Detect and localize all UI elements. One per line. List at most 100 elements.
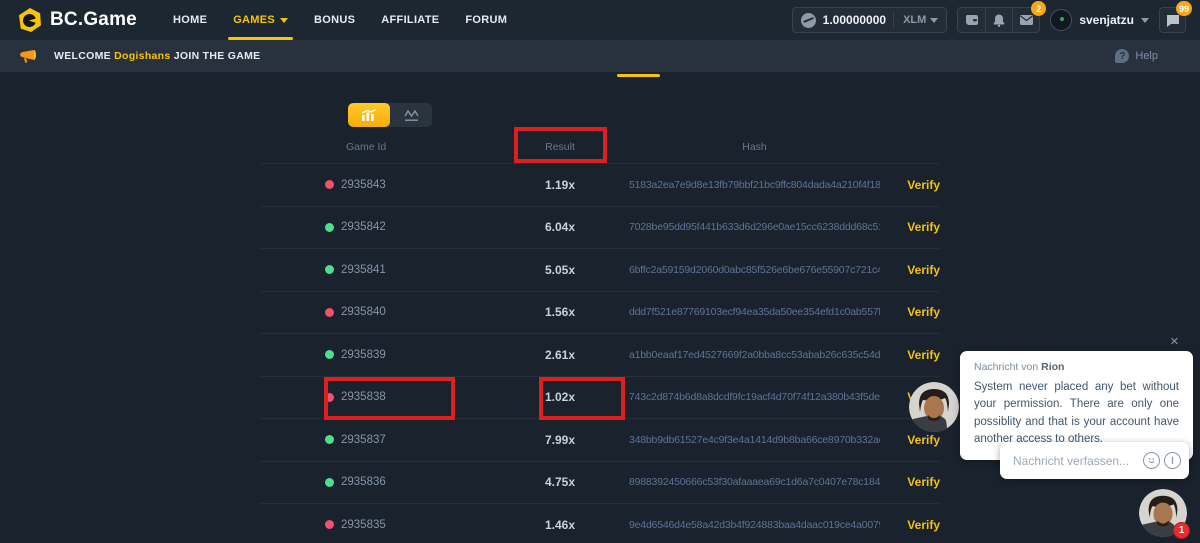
main-nav: HOME GAMES BONUS AFFILIATE FORUM	[160, 0, 520, 40]
table-body: 2935843 1.19x 5183a2ea7e9d8e13fb79bbf21b…	[260, 163, 940, 543]
trend-icon	[404, 109, 419, 122]
verify-link[interactable]: Verify	[880, 475, 940, 489]
column-header-hash: Hash	[625, 141, 880, 153]
result-status-dot	[325, 478, 334, 487]
result-multiplier: 5.05x	[495, 263, 625, 277]
result-multiplier: 7.99x	[495, 433, 625, 447]
hash-value: 6bffc2a59159d2060d0abc85f526e6be676e5590…	[625, 264, 880, 276]
game-history-table: Game Id Result Hash 2935843 1.19x 5183a2…	[260, 130, 940, 543]
mail-icon	[1020, 15, 1033, 25]
verify-link[interactable]: Verify	[880, 263, 940, 277]
table-row: 2935841 5.05x 6bffc2a59159d2060d0abc85f5…	[260, 248, 940, 291]
user-menu[interactable]: svenjatzu	[1050, 9, 1149, 31]
chat-message-input[interactable]	[1013, 454, 1139, 468]
brand-name: BC.Game	[50, 9, 137, 31]
chat-launcher-avatar[interactable]: 1	[1139, 489, 1187, 537]
attachment-icon[interactable]	[1164, 452, 1181, 469]
chat-from-label: Nachricht von Rion	[974, 361, 1179, 373]
nav-games[interactable]: GAMES	[220, 0, 301, 40]
tab-indicator	[617, 74, 660, 77]
game-id-value: 2935842	[341, 221, 386, 233]
wallet-button[interactable]	[958, 8, 985, 32]
hash-value: 5183a2ea7e9d8e13fb79bbf21bc9ffc804dada4a…	[625, 179, 880, 191]
result-status-dot	[325, 435, 334, 444]
result-status-dot	[325, 180, 334, 189]
chat-unread-badge: 1	[1173, 522, 1190, 539]
result-status-dot	[325, 223, 334, 232]
result-status-dot	[325, 350, 334, 359]
game-id-value: 2935839	[341, 349, 386, 361]
table-row: 2935843 1.19x 5183a2ea7e9d8e13fb79bbf21b…	[260, 163, 940, 206]
verify-link[interactable]: Verify	[880, 348, 940, 362]
megaphone-icon	[20, 49, 37, 64]
chat-sender-avatar	[909, 382, 959, 432]
result-multiplier: 4.75x	[495, 475, 625, 489]
bar-chart-icon	[361, 109, 377, 122]
hash-value: 8988392450666c53f30afaaaea69c1d6a7c0407e…	[625, 476, 880, 488]
table-row: 2935836 4.75x 8988392450666c53f30afaaaea…	[260, 461, 940, 504]
result-status-dot	[325, 308, 334, 317]
nav-home[interactable]: HOME	[160, 0, 220, 40]
annotation-box-game-id-2935838	[324, 377, 455, 420]
chat-badge: 99	[1176, 1, 1192, 16]
verify-link[interactable]: Verify	[880, 178, 940, 192]
game-id-value: 2935841	[341, 264, 386, 276]
column-header-game-id: Game Id	[260, 141, 495, 153]
chat-message-text: System never placed any bet without your…	[974, 379, 1179, 448]
result-multiplier: 2.61x	[495, 348, 625, 362]
chat-sender-name: Rion	[1041, 361, 1064, 373]
annotation-box-result-header	[514, 127, 607, 163]
nav-forum[interactable]: FORUM	[452, 0, 520, 40]
trend-view-button[interactable]	[390, 103, 432, 127]
chat-input-bar	[1000, 442, 1189, 479]
view-toggle	[348, 103, 432, 127]
hash-value: 7028be95dd95f441b633d6d296e0ae15cc6238dd…	[625, 221, 880, 233]
hash-value: a1bb0eaaf17ed4527669f2a0bba8cc53abab26c6…	[625, 349, 880, 361]
bar-chart-view-button[interactable]	[348, 103, 390, 127]
balance-selector[interactable]: 1.00000000 XLM	[792, 7, 948, 33]
emoji-icon[interactable]	[1143, 452, 1160, 469]
nav-bonus[interactable]: BONUS	[301, 0, 368, 40]
help-button[interactable]: ? Help	[1115, 49, 1158, 63]
result-multiplier: 1.46x	[495, 518, 625, 532]
result-multiplier: 1.56x	[495, 305, 625, 319]
nav-affiliate[interactable]: AFFILIATE	[368, 0, 452, 40]
table-row: 2935842 6.04x 7028be95dd95f441b633d6d296…	[260, 206, 940, 249]
hash-value: 9e4d6546d4e58a42d3b4f924883baa4daac019ce…	[625, 519, 880, 531]
balance-amount: 1.00000000	[823, 13, 886, 27]
game-id-value: 2935836	[341, 476, 386, 488]
verify-link[interactable]: Verify	[880, 518, 940, 532]
verify-link[interactable]: Verify	[880, 433, 940, 447]
notifications-button[interactable]	[985, 8, 1012, 32]
username: svenjatzu	[1079, 13, 1134, 27]
user-avatar	[1050, 9, 1072, 31]
hash-value: 743c2d874b6d8a8dcdf9fc19acf4d70f74f12a38…	[625, 391, 880, 403]
chat-toggle-button[interactable]: 99	[1159, 7, 1186, 33]
verify-link[interactable]: Verify	[880, 305, 940, 319]
result-status-dot	[325, 265, 334, 274]
mail-badge: 2	[1031, 1, 1046, 16]
result-multiplier: 1.19x	[495, 178, 625, 192]
game-id-value: 2935835	[341, 519, 386, 531]
game-id-value: 2935840	[341, 306, 386, 318]
result-multiplier: 6.04x	[495, 220, 625, 234]
verify-link[interactable]: Verify	[880, 220, 940, 234]
announcement-username: Dogishans	[114, 50, 170, 62]
bcgame-logo-icon	[19, 8, 41, 32]
table-row: 2935840 1.56x ddd7f521e87769103ecf94ea35…	[260, 291, 940, 334]
announcement-bar: WELCOME Dogishans JOIN THE GAME ? Help	[0, 40, 1200, 72]
game-id-value: 2935837	[341, 434, 386, 446]
hash-value: ddd7f521e87769103ecf94ea35da50ee354efd1c…	[625, 306, 880, 318]
header-icon-group: 2	[957, 7, 1040, 33]
top-navigation-bar: BC.Game HOME GAMES BONUS AFFILIATE FORUM…	[0, 0, 1200, 40]
currency-dropdown[interactable]: XLM	[893, 12, 938, 28]
table-row: 2935835 1.46x 9e4d6546d4e58a42d3b4f92488…	[260, 503, 940, 543]
bell-icon	[993, 14, 1005, 27]
table-row: 2935837 7.99x 348bb9db61527e4c9f3e4a1414…	[260, 418, 940, 461]
messages-button[interactable]: 2	[1012, 8, 1039, 32]
wallet-icon	[965, 14, 979, 26]
chat-close-icon[interactable]: ×	[1170, 334, 1179, 349]
hash-value: 348bb9db61527e4c9f3e4a1414d9b8ba66ce8970…	[625, 434, 880, 446]
game-id-value: 2935843	[341, 179, 386, 191]
brand-logo[interactable]: BC.Game	[0, 8, 160, 32]
